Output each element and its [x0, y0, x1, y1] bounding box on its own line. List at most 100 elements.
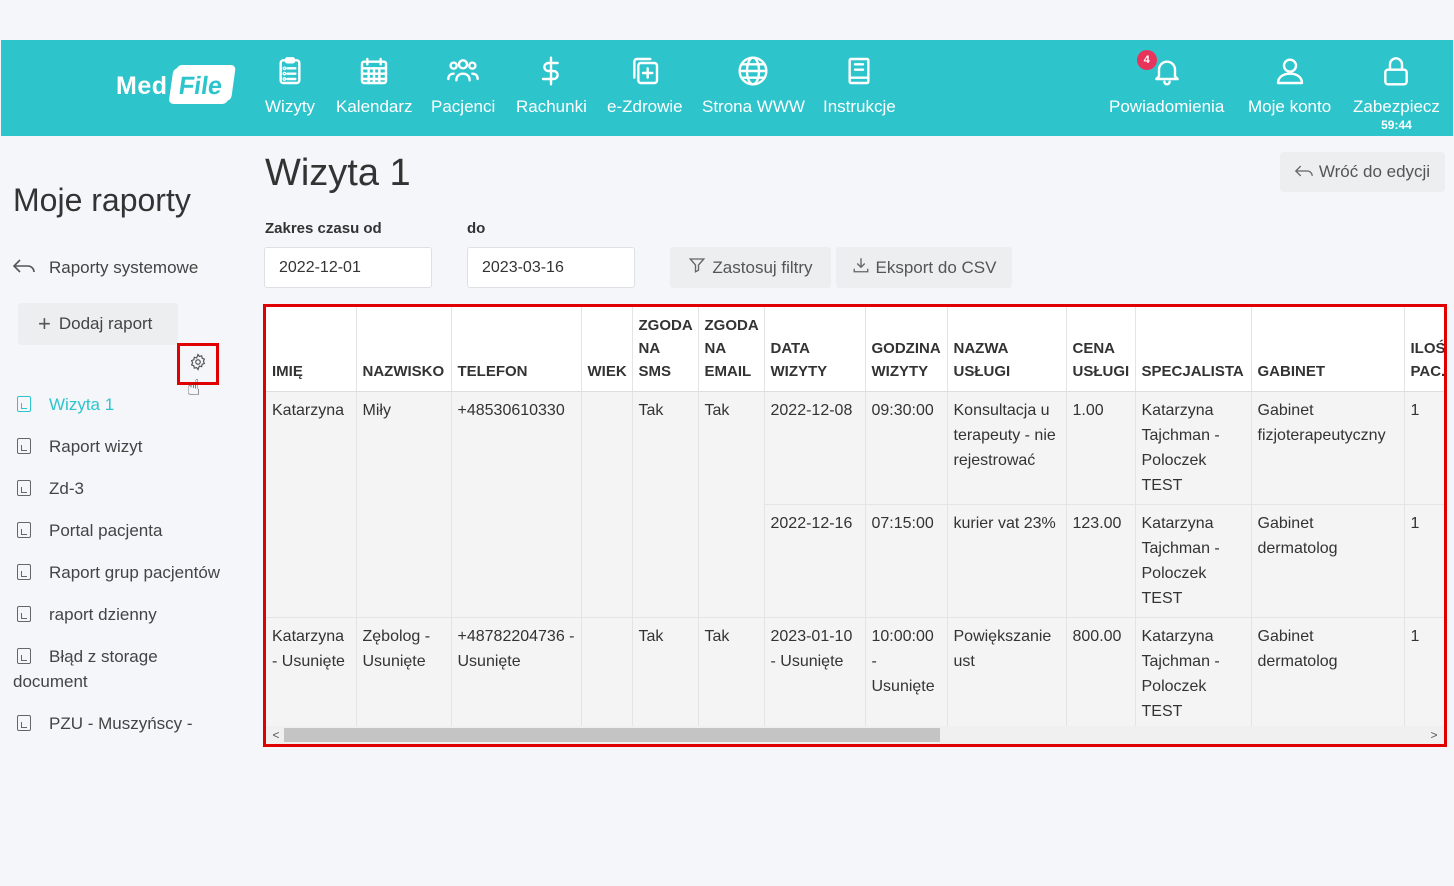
scroll-left-arrow-icon[interactable]: < — [268, 726, 284, 744]
sidebar-title: Moje raporty — [13, 182, 191, 218]
column-header[interactable]: GABINET — [1251, 307, 1405, 392]
back-arrow-icon — [1294, 162, 1313, 182]
cell-imie: Katarzyna — [266, 391, 357, 618]
nav-ezdrowie[interactable]: e-Zdrowie — [607, 52, 683, 132]
report-item-raport-dzienny[interactable]: raport dzienny — [13, 602, 233, 627]
apply-filters-button[interactable]: Zastosuj filtry — [670, 247, 831, 288]
bell-icon: 4 — [1136, 50, 1183, 90]
report-item-zd-3[interactable]: Zd-3 — [13, 476, 233, 501]
report-item-raport-grup[interactable]: Raport grup pacjentów — [13, 560, 233, 585]
cell-zgoda-sms: Tak — [632, 617, 699, 731]
document-chart-icon — [17, 648, 31, 664]
session-timer: 59:44 — [1381, 118, 1412, 132]
column-header[interactable]: NAZWISKO — [356, 307, 452, 392]
cell-specjalista: Katarzyna Tajchman - Poloczek TEST — [1135, 391, 1252, 505]
column-header[interactable]: TELEFON — [451, 307, 582, 392]
system-reports-link[interactable]: Raporty systemowe — [12, 258, 199, 278]
report-list: Wizyta 1 Raport wizyt Zd-3 Portal pacjen… — [13, 392, 233, 753]
nav-rachunki-label: Rachunki — [516, 97, 587, 116]
cell-wiek — [581, 391, 633, 618]
column-header[interactable]: DATA WIZYTY — [764, 307, 866, 392]
medfile-logo[interactable]: Med File — [116, 66, 233, 106]
nav-wizyty[interactable]: Wizyty — [265, 52, 315, 132]
nav-rachunki[interactable]: Rachunki — [516, 52, 587, 132]
cell-data-wizyty: 2022-12-16 — [764, 504, 866, 618]
cell-data-wizyty: 2022-12-08 — [764, 391, 866, 505]
logo-file-text: File — [167, 68, 233, 104]
cell-godzina-wizyty: 10:00:00 - Usunięte — [865, 617, 948, 731]
lock-icon — [1380, 52, 1412, 90]
download-icon — [852, 256, 870, 279]
date-from-input[interactable]: 2022-12-01 — [264, 247, 432, 288]
cell-specjalista: Katarzyna Tajchman - Poloczek TEST — [1135, 617, 1252, 731]
table-row: Katarzyna - Usunięte Zębolog - Usunięte … — [266, 617, 1444, 731]
clipboard-list-icon — [274, 52, 306, 90]
report-item-label: Błąd z storage document — [13, 647, 158, 691]
report-item-label: PZU - Muszyńscy - — [49, 714, 193, 733]
horizontal-scrollbar[interactable]: < > — [266, 726, 1444, 744]
column-header[interactable]: GODZINA WIZYTY — [865, 307, 948, 392]
back-to-edit-label: Wróć do edycji — [1318, 162, 1431, 181]
nav-wizyty-label: Wizyty — [265, 97, 316, 116]
cell-imie: Katarzyna - Usunięte — [266, 617, 357, 731]
plus-icon: + — [38, 311, 51, 336]
page-title: Wizyta 1 — [265, 152, 411, 194]
column-header[interactable]: ZGODA NA SMS — [632, 307, 699, 392]
document-chart-icon — [17, 480, 31, 496]
nav-kalendarz[interactable]: Kalendarz — [336, 52, 413, 132]
cell-ilosc: 1 — [1404, 617, 1444, 731]
cell-specjalista: Katarzyna Tajchman - Poloczek TEST — [1135, 504, 1252, 618]
cell-zgoda-email: Tak — [698, 617, 765, 731]
filter-icon — [688, 256, 706, 279]
export-csv-button[interactable]: Eksport do CSV — [836, 247, 1012, 288]
nav-strona-www-label: Strona WWW — [702, 97, 805, 116]
cell-telefon: +48530610330 — [451, 391, 582, 618]
document-chart-icon — [17, 396, 31, 412]
report-table-container[interactable]: IMIĘ NAZWISKO TELEFON WIEK ZGODA NA SMS … — [263, 304, 1447, 747]
report-item-wizyta-1[interactable]: Wizyta 1 — [13, 392, 233, 417]
scrollbar-thumb[interactable] — [284, 728, 940, 742]
column-header[interactable]: ZGODA NA EMAIL — [698, 307, 765, 392]
report-item-label: raport dzienny — [49, 605, 157, 624]
document-chart-icon — [17, 522, 31, 538]
column-header[interactable]: SPECJALISTA — [1135, 307, 1252, 392]
nav-powiadomienia[interactable]: 4 Powiadomienia — [1109, 50, 1225, 132]
cell-gabinet: Gabinet dermatolog — [1251, 504, 1405, 618]
nav-strona-www[interactable]: Strona WWW — [702, 52, 805, 132]
column-header[interactable]: WIEK — [581, 307, 633, 392]
cell-zgoda-sms: Tak — [632, 391, 699, 618]
nav-pacjenci[interactable]: Pacjenci — [431, 52, 495, 132]
report-item-raport-wizyt[interactable]: Raport wizyt — [13, 434, 233, 459]
cell-telefon: +48782204736 - Usunięte — [451, 617, 582, 731]
back-to-edit-button[interactable]: Wróć do edycji — [1280, 152, 1445, 192]
report-item-label: Zd-3 — [49, 479, 84, 498]
column-header[interactable]: CENA USŁUGI — [1066, 307, 1136, 392]
report-item-portal-pacjenta[interactable]: Portal pacjenta — [13, 518, 233, 543]
nav-moje-konto-label: Moje konto — [1248, 97, 1332, 116]
nav-kalendarz-label: Kalendarz — [336, 97, 413, 116]
cell-nazwisko: Miły — [356, 391, 452, 618]
date-to-input[interactable]: 2023-03-16 — [467, 247, 635, 288]
column-header[interactable]: IMIĘ — [266, 307, 357, 392]
nav-instrukcje[interactable]: Instrukcje — [823, 52, 896, 132]
nav-zabezpiecz-label: Zabezpiecz — [1353, 97, 1440, 116]
scroll-right-arrow-icon[interactable]: > — [1426, 726, 1442, 744]
cell-gabinet: Gabinet dermatolog — [1251, 617, 1405, 731]
nav-moje-konto[interactable]: Moje konto — [1248, 52, 1331, 132]
report-item-blad-storage[interactable]: Błąd z storage document — [13, 644, 233, 694]
nav-powiadomienia-label: Powiadomienia — [1109, 97, 1225, 116]
cell-zgoda-email: Tak — [698, 391, 765, 618]
cell-cena-uslugi: 1.00 — [1066, 391, 1136, 505]
system-reports-label: Raporty systemowe — [49, 258, 199, 277]
dollar-icon — [535, 52, 567, 90]
column-header[interactable]: ILOŚ PAC. — [1404, 307, 1444, 392]
export-csv-label: Eksport do CSV — [875, 257, 997, 277]
cell-nazwa-uslugi: Konsultacja u terapeuty - nie rejestrowa… — [947, 391, 1067, 505]
nav-zabezpiecz[interactable]: Zabezpiecz 59:44 — [1353, 52, 1440, 132]
report-item-pzu[interactable]: PZU - Muszyńscy - — [13, 711, 233, 736]
cell-godzina-wizyty: 09:30:00 — [865, 391, 948, 505]
notification-count-badge: 4 — [1136, 50, 1157, 70]
column-header[interactable]: NAZWA USŁUGI — [947, 307, 1067, 392]
nav-ezdrowie-label: e-Zdrowie — [607, 97, 683, 116]
add-report-button[interactable]: + Dodaj raport — [18, 303, 178, 345]
